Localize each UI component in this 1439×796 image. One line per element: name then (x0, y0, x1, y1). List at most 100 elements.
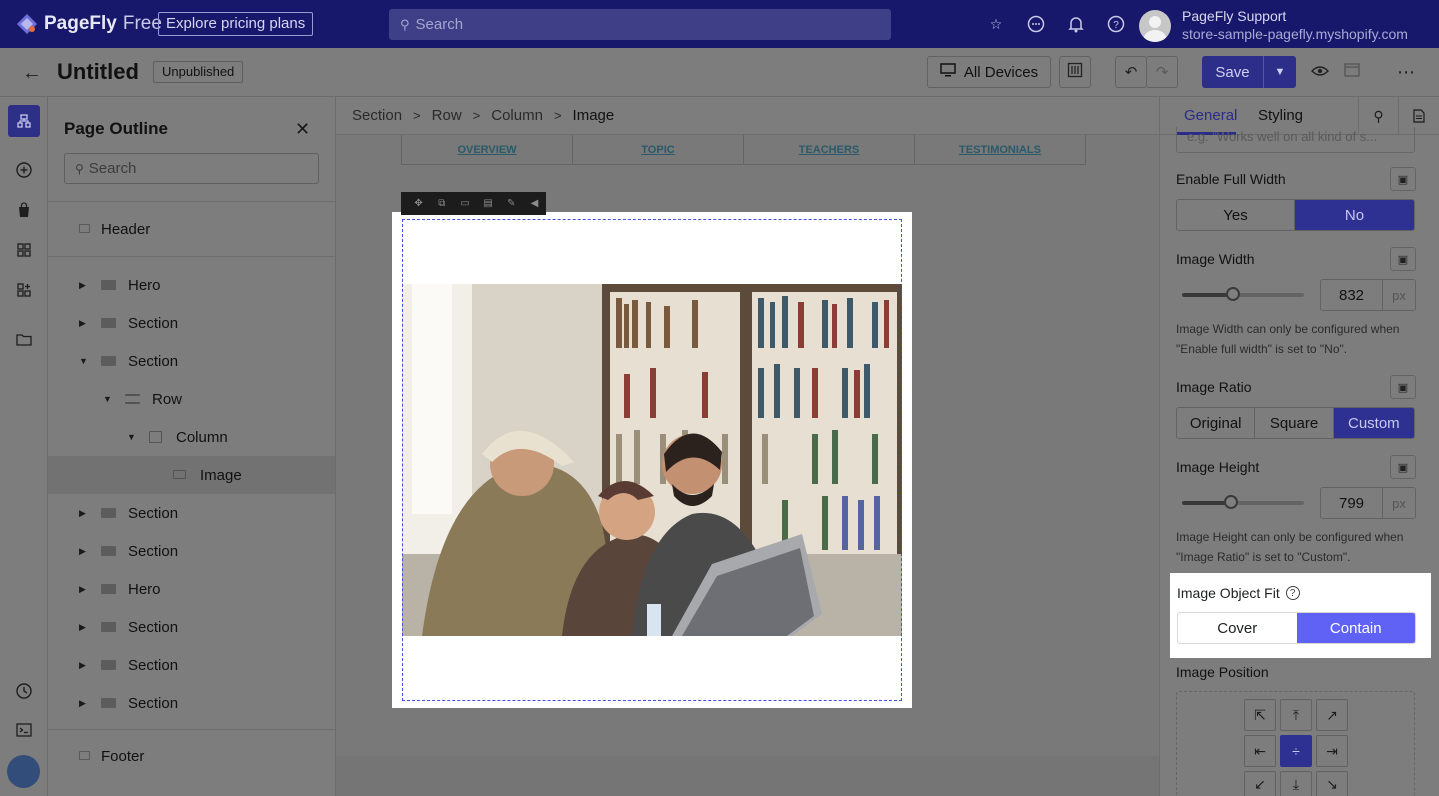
position-top-left-icon[interactable]: ⇱ (1244, 699, 1276, 731)
tab-general[interactable]: General (1184, 107, 1237, 124)
page-outline-tool-icon[interactable] (8, 105, 40, 137)
outline-item-section[interactable]: ▶ Section (48, 494, 335, 532)
pagefly-logo[interactable]: PageFly Free (16, 13, 162, 35)
image-height-value[interactable]: 799 (1321, 488, 1383, 518)
outline-item-hero[interactable]: ▶ Hero (48, 570, 335, 608)
save-button[interactable]: Save ▼ (1202, 56, 1296, 88)
caret-down-icon[interactable]: ▼ (79, 356, 88, 366)
move-icon[interactable]: ✥ (407, 198, 430, 209)
alt-text-input[interactable]: e.g. "Works well on all kind of s... (1176, 127, 1415, 153)
breadcrumb-row[interactable]: Row (432, 107, 462, 124)
fit-contain-button[interactable]: Contain (1296, 613, 1415, 643)
caret-down-icon[interactable]: ▼ (127, 432, 136, 442)
nav-link-testimonials[interactable]: TESTIMONIALS (914, 135, 1086, 165)
collapse-left-icon[interactable]: ◀ (523, 198, 546, 209)
outline-item-column[interactable]: ▼ Column (48, 418, 335, 456)
code-terminal-icon[interactable] (8, 714, 40, 746)
position-bottom-right-icon[interactable]: ↘ (1316, 771, 1348, 796)
outline-item-footer[interactable]: Footer (48, 737, 335, 775)
help-icon[interactable]: ? (1096, 13, 1136, 35)
outline-item-hero[interactable]: ▶ Hero (48, 266, 335, 304)
monitor-icon[interactable]: ▣ (1390, 167, 1416, 191)
position-left-icon[interactable]: ⇤ (1244, 735, 1276, 767)
caret-right-icon[interactable]: ▶ (79, 318, 86, 329)
outline-item-row[interactable]: ▼ Row (48, 380, 335, 418)
caret-right-icon[interactable]: ▶ (79, 660, 86, 671)
global-search-input[interactable]: ⚲ Search (389, 9, 891, 40)
position-top-right-icon[interactable]: ↗ (1316, 699, 1348, 731)
back-arrow-icon[interactable]: ← (22, 62, 42, 85)
caret-right-icon[interactable]: ▶ (79, 584, 86, 595)
delete-icon[interactable]: ▭ (453, 198, 476, 209)
image-width-value[interactable]: 832 (1321, 280, 1383, 310)
position-top-icon[interactable]: ⤒ (1280, 699, 1312, 731)
help-icon[interactable]: ? (1285, 586, 1300, 600)
folder-icon[interactable] (8, 323, 40, 355)
fit-cover-button[interactable]: Cover (1178, 613, 1297, 643)
history-clock-icon[interactable] (8, 675, 40, 707)
monitor-icon[interactable]: ▣ (1390, 247, 1416, 271)
chevron-down-icon[interactable]: ▼ (1264, 56, 1296, 88)
breadcrumb-section[interactable]: Section (352, 107, 402, 124)
outline-item-section[interactable]: ▶ Section (48, 608, 335, 646)
add-element-icon[interactable] (8, 154, 40, 186)
caret-right-icon[interactable]: ▶ (79, 280, 86, 291)
redo-button[interactable]: ↷ (1146, 56, 1178, 88)
copy-style-icon[interactable]: ▤ (477, 198, 500, 209)
outline-item-section[interactable]: ▶ Section (48, 532, 335, 570)
image-height-input[interactable]: 799 px (1320, 487, 1416, 519)
paint-icon[interactable]: ✎ (500, 198, 523, 209)
breadcrumb-image[interactable]: Image (573, 107, 615, 124)
caret-right-icon[interactable]: ▶ (79, 546, 86, 557)
outline-search-input[interactable]: ⚲ Search (64, 153, 319, 184)
selected-image-element[interactable] (392, 212, 912, 708)
settings-sliders-button[interactable] (1059, 56, 1091, 88)
preview-button[interactable] (1304, 56, 1336, 88)
slider-handle[interactable] (1223, 495, 1238, 509)
nav-link-teachers[interactable]: TEACHERS (743, 135, 915, 165)
user-menu[interactable]: PageFly Support store-sample-pagefly.mys… (1139, 8, 1408, 43)
outline-item-section-expanded[interactable]: ▼ Section (48, 342, 335, 380)
monitor-icon[interactable]: ▣ (1390, 455, 1416, 479)
outline-item-image[interactable]: Image (48, 456, 335, 494)
breadcrumb-column[interactable]: Column (491, 107, 543, 124)
caret-right-icon[interactable]: ▶ (79, 698, 86, 709)
image-width-slider[interactable] (1182, 287, 1304, 301)
duplicate-icon[interactable]: ⧉ (430, 198, 453, 209)
nav-link-topic[interactable]: TOPIC (572, 135, 744, 165)
outline-item-section[interactable]: ▶ Section (48, 684, 335, 722)
outline-item-header[interactable]: Header (48, 210, 335, 248)
position-center-icon[interactable]: ÷ (1280, 735, 1312, 767)
position-bottom-icon[interactable]: ⤓ (1280, 771, 1312, 796)
shopify-bag-icon[interactable] (8, 194, 40, 226)
monitor-icon[interactable]: ▣ (1390, 375, 1416, 399)
image-height-slider[interactable] (1182, 495, 1304, 509)
ratio-square-button[interactable]: Square (1255, 408, 1334, 438)
outline-item-section[interactable]: ▶ Section (48, 646, 335, 684)
caret-down-icon[interactable]: ▼ (103, 394, 112, 404)
caret-right-icon[interactable]: ▶ (79, 622, 86, 633)
outline-item-section[interactable]: ▶ Section (48, 304, 335, 342)
caret-right-icon[interactable]: ▶ (79, 508, 86, 519)
ratio-original-button[interactable]: Original (1177, 408, 1256, 438)
nav-link-overview[interactable]: OVERVIEW (401, 135, 573, 165)
apps-icon[interactable] (8, 274, 40, 306)
undo-button[interactable]: ↶ (1115, 56, 1147, 88)
position-bottom-left-icon[interactable]: ↙ (1244, 771, 1276, 796)
page-title[interactable]: Untitled (57, 59, 139, 85)
slider-handle[interactable] (1226, 287, 1241, 301)
explore-pricing-button[interactable]: Explore pricing plans (158, 12, 314, 36)
full-width-yes-button[interactable]: Yes (1177, 200, 1296, 230)
tab-styling[interactable]: Styling (1258, 107, 1303, 124)
avatar[interactable] (7, 755, 40, 788)
bell-icon[interactable] (1056, 13, 1096, 35)
all-devices-button[interactable]: All Devices (927, 56, 1051, 88)
star-icon[interactable]: ☆ (976, 13, 1016, 35)
more-options-button[interactable]: ⋯ (1390, 56, 1422, 88)
full-width-no-button[interactable]: No (1295, 200, 1414, 230)
publish-button[interactable] (1336, 56, 1368, 88)
ratio-custom-button[interactable]: Custom (1333, 408, 1414, 438)
chat-icon[interactable] (1016, 13, 1056, 35)
close-icon[interactable]: ✕ (295, 119, 310, 140)
grid-icon[interactable] (8, 234, 40, 266)
